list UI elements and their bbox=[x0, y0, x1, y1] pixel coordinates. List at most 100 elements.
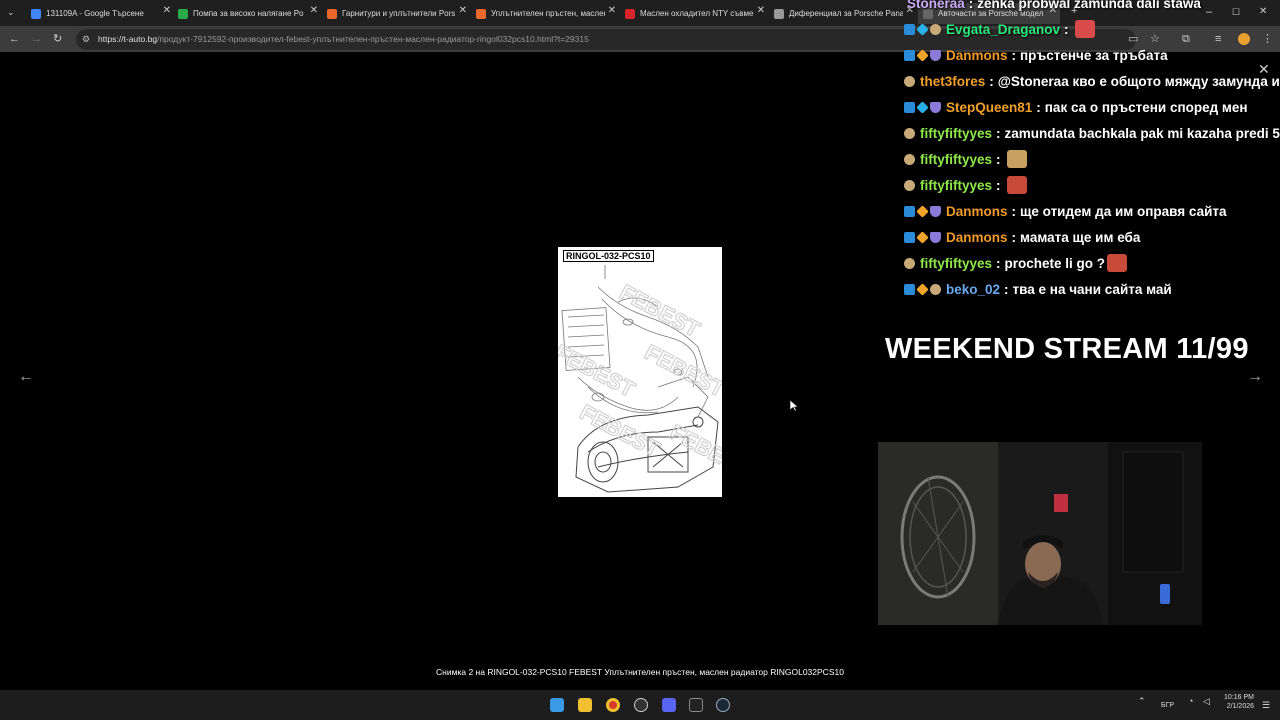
chat-username[interactable]: beko_02 bbox=[946, 282, 1000, 297]
mouse-cursor-icon bbox=[790, 400, 798, 412]
terminal-icon[interactable] bbox=[689, 698, 703, 712]
chat-message: fiftyfiftyyes: prochete li go ? bbox=[904, 252, 1128, 274]
watermark-text: FEBEST bbox=[666, 419, 722, 482]
browser-tab[interactable]: Помпа за високо налягане Po ✕ bbox=[173, 3, 321, 24]
chat-text: пак са о пръстени според мен bbox=[1044, 99, 1248, 115]
chat-emote-icon bbox=[1006, 150, 1027, 168]
back-icon[interactable]: ← bbox=[9, 32, 20, 46]
chat-username[interactable]: fiftyfiftyyes bbox=[920, 152, 992, 167]
reload-icon[interactable]: ↻ bbox=[53, 32, 62, 46]
chat-separator: : bbox=[996, 255, 1001, 271]
face-badge-icon bbox=[904, 179, 915, 191]
notification-icon[interactable]: ☰ bbox=[1262, 700, 1270, 711]
tab-list-icon[interactable]: ⌄ bbox=[7, 5, 15, 19]
tab-close-icon[interactable]: ✕ bbox=[310, 5, 318, 16]
url-path: /продукт-7912592-производител-febest-упл… bbox=[157, 34, 589, 44]
gem-badge-icon bbox=[916, 100, 929, 114]
chat-username[interactable]: Evgata_Draganov bbox=[946, 22, 1060, 37]
chat-separator: : bbox=[1011, 47, 1017, 63]
language-indicator[interactable]: БГР bbox=[1161, 702, 1174, 709]
chat-separator: : bbox=[989, 73, 994, 89]
sub-badge-icon bbox=[916, 230, 929, 244]
browser-tab[interactable]: Диференциал за Porsche Panar ✕ bbox=[769, 3, 917, 24]
tab-favicon-icon bbox=[31, 8, 41, 19]
chat-message: Danmons: пръстенче за тръбата bbox=[904, 44, 1168, 66]
browser-tab[interactable]: Уплътнителен пръстен, маслен ✕ bbox=[471, 3, 619, 24]
gem-badge-icon bbox=[916, 22, 929, 36]
face-badge-icon bbox=[930, 23, 941, 35]
chat-text: мамата ще им еба bbox=[1020, 229, 1141, 245]
chat-username[interactable]: Danmons bbox=[946, 48, 1008, 63]
chat-username[interactable]: StepQueen81 bbox=[946, 100, 1032, 115]
chat-message: fiftyfiftyyes: zamundata bachkala pak mi … bbox=[904, 122, 1280, 144]
volume-icon[interactable]: ◁ bbox=[1203, 696, 1210, 707]
wifi-icon[interactable]: ◔ bbox=[1188, 696, 1193, 706]
chat-text: zamundata bachkala pak mi kazaha predi 5 bbox=[1004, 125, 1280, 141]
stream-chat-overlay: Stoneraa: zenka probwal zamunda dali staw… bbox=[898, 0, 1280, 300]
chat-emote-icon bbox=[1074, 20, 1095, 38]
site-info-icon[interactable]: ⚙ bbox=[82, 29, 90, 50]
chat-username[interactable]: Danmons bbox=[946, 204, 1008, 219]
face-badge-icon bbox=[904, 127, 915, 139]
chat-message: Evgata_Draganov: bbox=[904, 18, 1095, 40]
chat-text: пръстенче за тръбата bbox=[1020, 47, 1168, 63]
obs-icon[interactable] bbox=[634, 698, 648, 712]
sub-badge-icon bbox=[916, 282, 929, 296]
tab-favicon-icon bbox=[476, 8, 486, 19]
chat-username[interactable]: thet3fores bbox=[920, 74, 985, 89]
chat-separator: : bbox=[996, 177, 1001, 193]
clock-date: 2/1/2026 bbox=[1226, 703, 1254, 710]
chat-username[interactable]: fiftyfiftyyes bbox=[920, 178, 992, 193]
prime-badge-icon bbox=[904, 283, 915, 295]
clock[interactable]: 10:16 PM 2/1/2026 bbox=[1218, 694, 1254, 710]
chat-message: Danmons: мамата ще им еба bbox=[904, 226, 1140, 248]
chat-text: zenka probwal zamunda dali stawa bbox=[977, 0, 1201, 11]
network-icon[interactable]: ⌃ bbox=[1138, 696, 1146, 707]
chat-separator: : bbox=[1004, 281, 1009, 297]
discord-icon[interactable] bbox=[662, 698, 676, 712]
previous-image-arrow[interactable]: ← bbox=[18, 368, 34, 386]
product-image[interactable]: RINGOL-032-PCS10 FEBEST FEBEST FEBEST FE… bbox=[558, 247, 722, 497]
chat-username[interactable]: fiftyfiftyyes bbox=[920, 126, 992, 141]
chat-message: Stoneraa: zenka probwal zamunda dali staw… bbox=[904, 0, 1201, 14]
url-host: https://t-auto.bg bbox=[98, 34, 158, 44]
browser-tab[interactable]: Маслен охладител NTY съвме ✕ bbox=[620, 3, 768, 24]
chat-separator: : bbox=[1011, 229, 1017, 245]
close-icon[interactable]: ✕ bbox=[1258, 61, 1270, 78]
chat-username[interactable]: Stoneraa bbox=[907, 0, 965, 11]
chat-username[interactable]: Danmons bbox=[946, 230, 1008, 245]
transmission-diagram: FEBEST FEBEST FEBEST FEBEST FEBEST bbox=[558, 265, 722, 493]
prime-badge-icon bbox=[904, 231, 915, 243]
tab-label: Помпа за високо налягане Po bbox=[193, 9, 304, 18]
watermark-text: FEBEST bbox=[616, 279, 705, 342]
webcam-image bbox=[878, 442, 1202, 625]
tab-label: Гарнитури и уплътнители Pors bbox=[342, 9, 456, 18]
steam-icon[interactable] bbox=[716, 698, 730, 712]
chat-separator: : bbox=[996, 125, 1001, 141]
chat-text: тва е на чани сайта май bbox=[1012, 281, 1172, 297]
prime-badge-icon bbox=[904, 23, 915, 35]
watermark-text: FEBEST bbox=[641, 339, 722, 402]
chat-message: StepQueen81: пак са о пръстени според мен bbox=[904, 96, 1248, 118]
file-explorer-icon[interactable] bbox=[578, 698, 592, 712]
prime-badge-icon bbox=[904, 205, 915, 217]
stream-title: WEEKEND STREAM 11/99 bbox=[885, 333, 1249, 365]
tab-close-icon[interactable]: ✕ bbox=[163, 5, 171, 16]
sub-badge-icon bbox=[916, 48, 929, 62]
chat-message: fiftyfiftyyes: bbox=[904, 174, 1027, 196]
webcam-feed bbox=[878, 442, 1202, 625]
tab-close-icon[interactable]: ✕ bbox=[459, 5, 467, 16]
tab-close-icon[interactable]: ✕ bbox=[757, 5, 765, 16]
chrome-icon[interactable] bbox=[606, 698, 620, 712]
next-image-arrow[interactable]: → bbox=[1247, 368, 1263, 386]
browser-tab[interactable]: 131109A - Google Търсене ✕ bbox=[26, 3, 174, 24]
shield-badge-icon bbox=[930, 101, 941, 113]
tab-close-icon[interactable]: ✕ bbox=[608, 5, 616, 16]
tab-favicon-icon bbox=[625, 8, 635, 19]
chat-username[interactable]: fiftyfiftyyes bbox=[920, 256, 992, 271]
chat-message: thet3fores: @Stoneraa кво е общото мяжду … bbox=[904, 70, 1280, 92]
forward-icon[interactable]: → bbox=[31, 32, 42, 46]
browser-tab[interactable]: Гарнитури и уплътнители Pors ✕ bbox=[322, 3, 470, 24]
image-caption: Снимка 2 на RINGOL-032-PCS10 FEBEST Уплъ… bbox=[436, 667, 844, 677]
windows-start-icon[interactable] bbox=[550, 698, 564, 712]
